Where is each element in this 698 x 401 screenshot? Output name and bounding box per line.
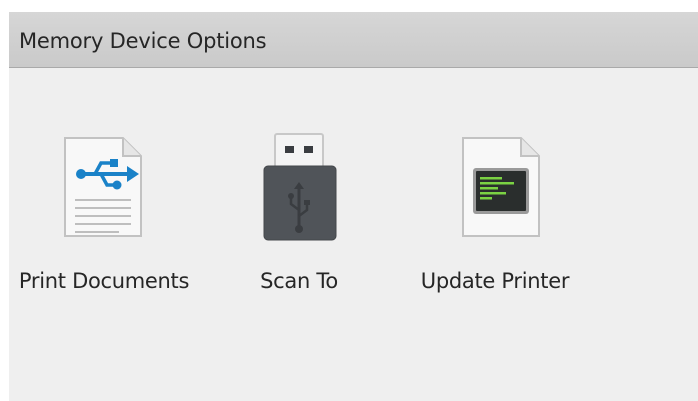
usb-drive-icon bbox=[263, 132, 339, 247]
update-printer-label: Update Printer bbox=[420, 269, 570, 293]
firmware-document-icon bbox=[453, 132, 543, 245]
print-documents-button[interactable]: Print Documents bbox=[9, 80, 199, 310]
page-title: Memory Device Options bbox=[19, 29, 267, 53]
scan-to-button[interactable]: Scan To bbox=[239, 80, 359, 310]
title-bar: Memory Device Options bbox=[9, 12, 698, 68]
memory-device-options-screen: Memory Device Options Print Documents Sc… bbox=[9, 12, 698, 401]
usb-document-icon bbox=[55, 132, 145, 245]
print-documents-label: Print Documents bbox=[18, 269, 190, 293]
scan-to-label: Scan To bbox=[260, 269, 338, 293]
update-printer-button[interactable]: Update Printer bbox=[407, 80, 583, 310]
